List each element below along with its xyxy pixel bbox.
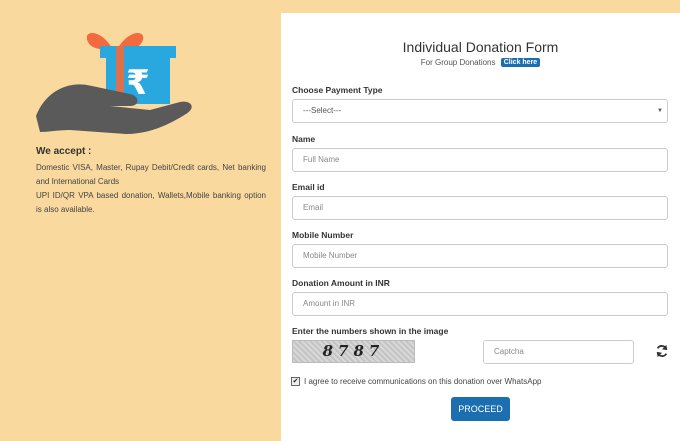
group-click-here-button[interactable]: Click here — [500, 58, 541, 67]
form-title: Individual Donation Form — [402, 39, 559, 55]
amount-label: Donation Amount in INR — [292, 278, 390, 288]
amount-input[interactable]: Amount in INR — [292, 292, 668, 316]
captcha-label: Enter the numbers shown in the image — [292, 326, 449, 336]
name-label: Name — [292, 134, 316, 144]
payment-type-select[interactable]: ---Select--- ▼ — [292, 99, 668, 123]
chevron-down-icon: ▼ — [657, 108, 663, 114]
payment-type-label: Choose Payment Type — [292, 85, 383, 95]
agree-text: I agree to receive communications on thi… — [304, 377, 542, 386]
agree-checkbox[interactable]: ✔ — [291, 377, 300, 386]
group-donation-text: For Group Donations — [420, 58, 496, 67]
email-label: Email id — [292, 182, 325, 192]
donation-form: Individual Donation Form For Group Donat… — [281, 13, 680, 441]
mobile-label: Mobile Number — [292, 230, 354, 240]
accept-title: We accept : — [36, 146, 92, 157]
full-name-input[interactable]: Full Name — [292, 148, 668, 172]
group-donation-line: For Group Donations Click here — [281, 58, 680, 67]
mobile-input[interactable]: Mobile Number — [292, 244, 668, 268]
email-input[interactable]: Email — [292, 196, 668, 220]
gift-in-hand-rupee-icon: ₹ — [36, 32, 192, 134]
accept-description: Domestic VISA, Master, Rupay Debit/Credi… — [36, 161, 266, 217]
captcha-image: 8787 — [292, 340, 415, 363]
left-panel: ₹ We accept : Domestic VISA, Master, Rup… — [0, 0, 280, 441]
payment-type-value: ---Select--- — [303, 106, 342, 115]
accept-line-upi: UPI ID/QR VPA based donation, Wallets,Mo… — [36, 191, 266, 214]
accept-line-cards: Domestic VISA, Master, Rupay Debit/Credi… — [36, 163, 266, 186]
refresh-icon[interactable] — [655, 344, 669, 358]
proceed-button[interactable]: PROCEED — [451, 397, 510, 421]
captcha-input[interactable]: Captcha — [483, 340, 634, 364]
